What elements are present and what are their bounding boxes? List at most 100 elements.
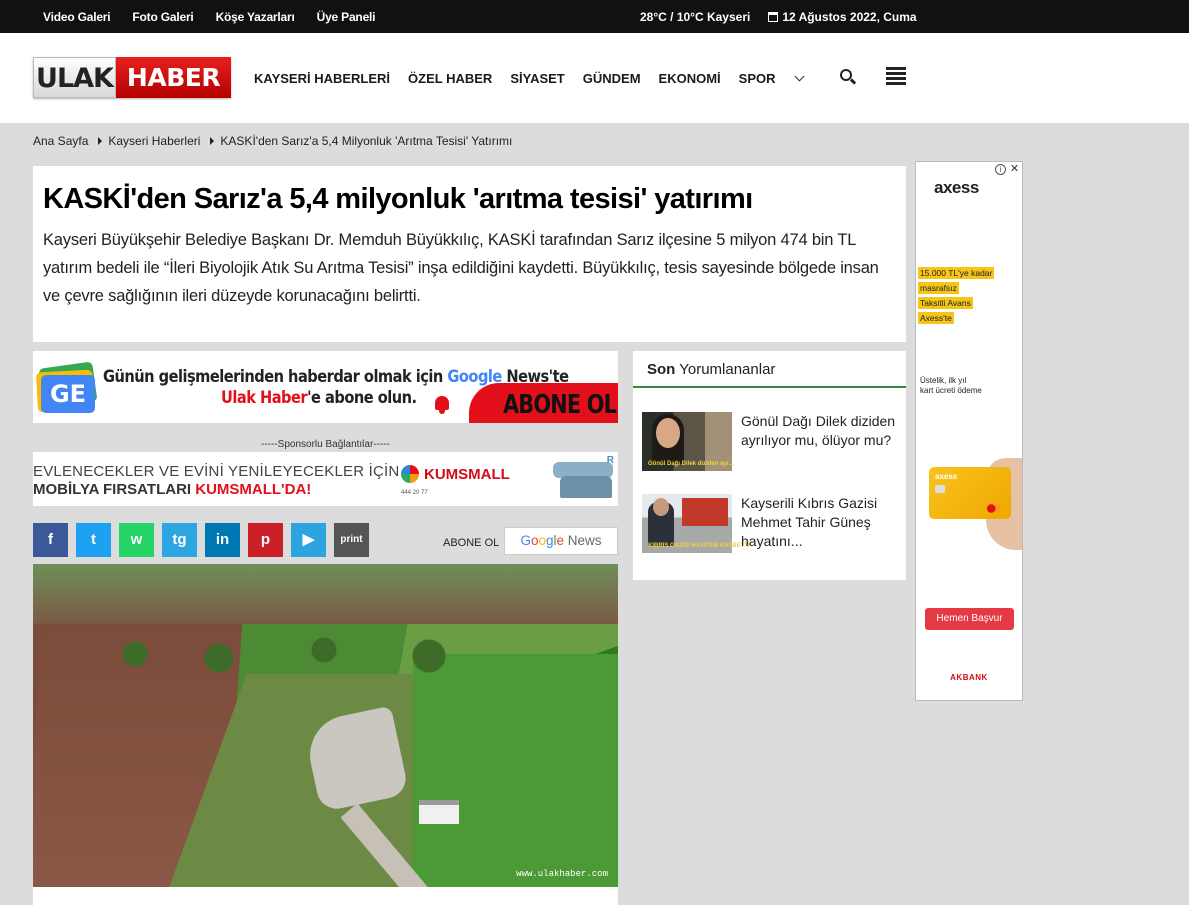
article-body-start [33,887,618,905]
ad-close-icon[interactable]: ✕ [1009,164,1020,175]
ad-brand: axess [934,178,979,197]
comment-item-title[interactable]: Gönül Dağı Dilek diziden ayrılıyor mu, ö… [741,412,901,450]
thumbnail-caption: Gönül Dağı Dilek diziden ayr... [648,461,734,467]
share-buttons: f t w tg in p ▶ print [33,523,369,557]
image-building [419,800,459,824]
ad-highlight: Taksitli Avans [918,297,973,309]
main-nav: KAYSERİ HABERLERİ ÖZEL HABER SİYASET GÜN… [254,71,804,86]
menu-icon[interactable] [886,67,906,87]
calendar-icon [768,12,779,22]
site-header: ULAK HABER KAYSERİ HABERLERİ ÖZEL HABER … [0,33,1189,123]
kums-line2: MOBİLYA FIRSATLARI KUMSMALL'DA! [33,481,311,498]
article-header: KASKİ'den Sarız'a 5,4 milyonluk 'arıtma … [33,166,906,342]
breadcrumb: Ana Sayfa Kayseri Haberleri KASKİ'den Sa… [33,134,512,148]
card-brand: axess [935,472,958,481]
breadcrumb-home[interactable]: Ana Sayfa [33,134,88,148]
top-links: Video Galeri Foto Galeri Köşe Yazarları … [43,10,376,24]
gnews-line1-text: Günün gelişmelerinden haberdar olmak içi… [103,367,448,387]
top-bar: Video Galeri Foto Galeri Köşe Yazarları … [0,0,1189,33]
ad-bank-logo: AKBANK [950,673,988,682]
ad-highlight: masrafsız [918,282,959,294]
google-word: Google [520,533,565,548]
logo-part-ulak: ULAK [33,57,116,98]
weather-text: 28°C / 10°C Kayseri [640,10,751,24]
kums-line2-a: MOBİLYA FIRSATLARI [33,481,196,498]
caret-right-icon [98,137,103,145]
kums-phone: 444 20 77 [401,490,428,496]
ad-choice-mark[interactable]: R [607,455,614,466]
print-button[interactable]: print [334,523,369,557]
share-facebook-button[interactable]: f [33,523,68,557]
top-link-video-galeri[interactable]: Video Galeri [43,10,111,24]
share-twitter-button[interactable]: t [76,523,111,557]
top-link-foto-galeri[interactable]: Foto Galeri [132,10,193,24]
nav-item-siyaset[interactable]: SİYASET [510,71,564,86]
share-whatsapp-button[interactable]: w [119,523,154,557]
widget-title-bold: Son [647,361,676,378]
gnews-line2-end: 'e abone olun. [307,388,417,408]
ad-subtext-1: Üstelik, ilk yıl [920,376,967,385]
ad-subtext-2: kart ücreti ödeme [920,386,982,395]
date-text: 12 Ağustos 2022, Cuma [768,10,917,24]
sofa-image-base [560,476,612,498]
gnews-subscribe-button[interactable]: ABONE OL [469,383,618,423]
nav-item-ozel-haber[interactable]: ÖZEL HABER [408,71,492,86]
share-linkedin-button[interactable]: in [205,523,240,557]
comment-item[interactable]: KIBRIS GAZİSİ HAYATINI KAYBETTİ Kayseril… [642,494,897,554]
gnews-line2: Ulak Haber'e abone olun. [221,388,417,408]
ad-info-icon[interactable]: i [995,164,1006,175]
ad-apply-button[interactable]: Hemen Başvur [925,608,1014,630]
credit-card-image: axess [929,467,1011,519]
ad-subtext: Üstelik, ilk yıl kart ücreti ödeme [920,376,982,396]
comment-item-title[interactable]: Kayserili Kıbrıs Gazisi Mehmet Tahir Gün… [741,494,901,551]
image-trees [93,634,513,674]
ad-controls: i ✕ [995,164,1020,175]
share-pinterest-button[interactable]: p [248,523,283,557]
top-link-uye-paneli[interactable]: Üye Paneli [317,10,376,24]
comment-thumbnail[interactable]: KIBRIS GAZİSİ HAYATINI KAYBETTİ [642,494,750,553]
kums-line2-b: KUMSMALL'DA! [195,481,312,498]
breadcrumb-category[interactable]: Kayseri Haberleri [108,134,200,148]
ge-label: GE [41,375,95,413]
kums-logo: KUMSMALL [401,465,510,483]
gnews-subscribe-label: ABONE OL [503,390,617,420]
chevron-down-icon[interactable] [794,71,804,82]
google-news-logo-icon: GE [35,361,99,413]
search-icon[interactable] [840,69,857,85]
nav-item-gundem[interactable]: GÜNDEM [583,71,641,86]
sponsored-label: -----Sponsorlu Bağlantılar----- [261,439,390,450]
article-summary: Kayseri Büyükşehir Belediye Başkanı Dr. … [43,231,879,305]
news-word: News [564,533,602,548]
ad-highlight: Axess'te [918,312,954,324]
ad-highlight: 15.000 TL'ye kadar [918,267,995,279]
kumsmall-ad-banner[interactable]: EVLENECEKLER VE EVİNİ YENİLEYECEKLER İÇİ… [33,452,618,506]
gnews-brand: Ulak Haber [221,388,308,408]
comment-item[interactable]: Gönül Dağı Dilek diziden ayr... Gönül Da… [642,412,897,472]
thumbnail-caption: KIBRIS GAZİSİ HAYATINI KAYBETTİ [648,543,750,549]
nav-item-ekonomi[interactable]: EKONOMİ [659,71,721,86]
card-chip-icon [935,485,945,493]
subscribe-label: ABONE OL [443,537,500,549]
bell-icon [433,396,451,414]
google-news-banner[interactable]: GE Günün gelişmelerinden haberdar olmak … [33,351,618,423]
widget-title: Son Yorumlananlar [633,351,906,388]
site-logo[interactable]: ULAK HABER [33,57,231,98]
article-title: KASKİ'den Sarız'a 5,4 milyonluk 'arıtma … [43,183,753,215]
share-telegram-button[interactable]: tg [162,523,197,557]
side-ad-banner[interactable]: i ✕ axess 15.000 TL'ye kadar masrafsız T… [915,161,1023,701]
nav-item-spor[interactable]: SPOR [739,71,776,86]
top-info: 28°C / 10°C Kayseri 12 Ağustos 2022, Cum… [640,10,917,24]
image-watermark: www.ulakhaber.com [516,869,608,879]
widget-title-rest: Yorumlananlar [675,361,776,378]
mastercard-icon [987,504,1001,513]
caret-right-icon [210,137,215,145]
top-link-kose-yazarlari[interactable]: Köşe Yazarları [216,10,295,24]
recent-comments-widget: Son Yorumlananlar Gönül Dağı Dilek dizid… [633,351,906,580]
breadcrumb-current[interactable]: KASKİ'den Sarız'a 5,4 Milyonluk 'Arıtma … [220,134,512,148]
comment-thumbnail[interactable]: Gönül Dağı Dilek diziden ayr... [642,412,734,471]
share-play-button[interactable]: ▶ [291,523,326,557]
image-field [413,654,618,887]
google-news-button[interactable]: Google News [504,527,618,555]
nav-item-kayseri-haberleri[interactable]: KAYSERİ HABERLERİ [254,71,390,86]
kums-logo-icon [401,465,419,483]
